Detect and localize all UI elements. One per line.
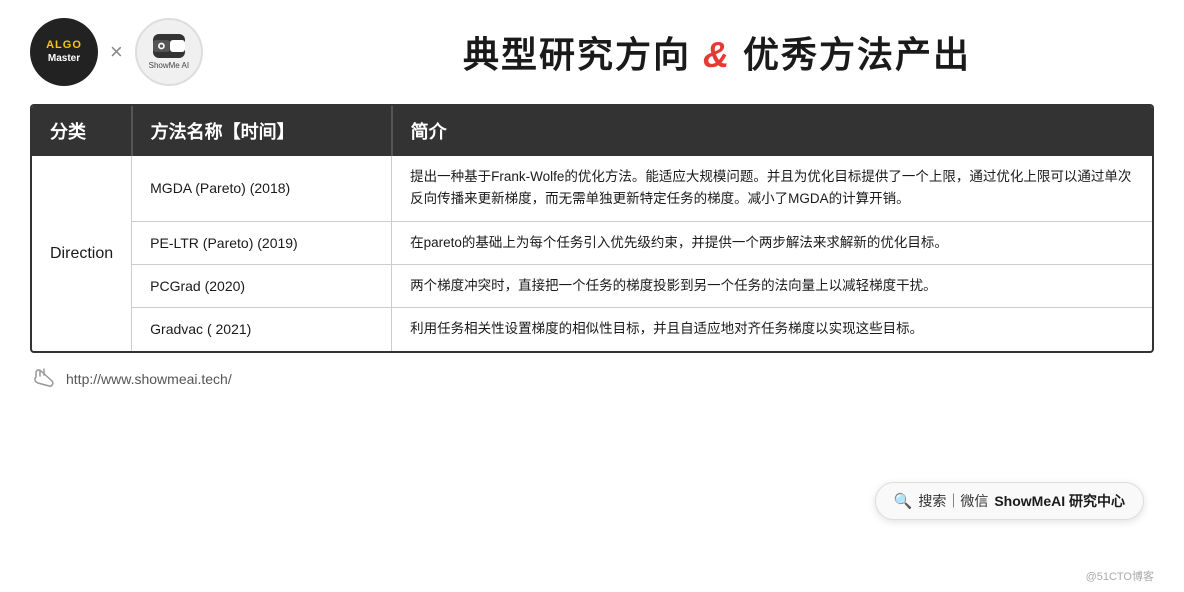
main-table: 分类 方法名称【时间】 简介 Direction MGDA (Pareto) (…	[32, 106, 1152, 351]
col-header-category: 分类	[32, 106, 132, 156]
showme-icon	[153, 34, 185, 58]
method-cell-4: Gradvac ( 2021)	[132, 308, 392, 351]
logo-area: ALGO Master × ShowMe AI	[30, 18, 290, 86]
page-title: 典型研究方向 & 优秀方法产出	[290, 26, 1144, 78]
method-cell-3: PCGrad (2020)	[132, 264, 392, 307]
method-cell-1: MGDA (Pareto) (2018)	[132, 156, 392, 221]
header: ALGO Master × ShowMe AI 典型研究方向 & 优秀方	[0, 0, 1184, 104]
page-container: ALGO Master × ShowMe AI 典型研究方向 & 优秀方	[0, 0, 1184, 592]
master-text: Master	[48, 53, 80, 65]
showme-label-text: ShowMe AI	[149, 61, 189, 71]
table-row: PE-LTR (Pareto) (2019) 在pareto的基础上为每个任务引…	[32, 221, 1152, 264]
desc-cell-1: 提出一种基于Frank-Wolfe的优化方法。能适应大规模问题。并且为优化目标提…	[392, 156, 1152, 221]
showme-logo: ShowMe AI	[135, 18, 203, 86]
algo-text: ALGO	[46, 39, 82, 52]
page-title-area: 典型研究方向 & 优秀方法产出	[290, 26, 1144, 78]
search-icon: 🔍	[894, 492, 913, 510]
footer: http://www.showmeai.tech/	[0, 357, 1184, 401]
col-header-desc: 简介	[392, 106, 1152, 156]
watermark: @51CTO博客	[1086, 568, 1154, 584]
cross-symbol: ×	[110, 39, 123, 65]
table-row: Gradvac ( 2021) 利用任务相关性设置梯度的相似性目标，并且自适应地…	[32, 308, 1152, 351]
desc-cell-3: 两个梯度冲突时，直接把一个任务的梯度投影到另一个任务的法向量上以减轻梯度干扰。	[392, 264, 1152, 307]
method-cell-2: PE-LTR (Pareto) (2019)	[132, 221, 392, 264]
col-header-method: 方法名称【时间】	[132, 106, 392, 156]
table-row: Direction MGDA (Pareto) (2018) 提出一种基于Fra…	[32, 156, 1152, 221]
wechat-search-label: 搜索｜微信	[918, 491, 988, 511]
wechat-search-box[interactable]: 🔍 搜索｜微信 ShowMeAI 研究中心	[875, 482, 1144, 520]
wechat-brand: ShowMeAI 研究中心	[994, 491, 1125, 511]
desc-cell-4: 利用任务相关性设置梯度的相似性目标，并且自适应地对齐任务梯度以实现这些目标。	[392, 308, 1152, 351]
table-row: PCGrad (2020) 两个梯度冲突时，直接把一个任务的梯度投影到另一个任务…	[32, 264, 1152, 307]
table-header-row: 分类 方法名称【时间】 简介	[32, 106, 1152, 156]
footer-logo-icon	[30, 365, 58, 393]
footer-url: http://www.showmeai.tech/	[66, 371, 232, 387]
desc-cell-2: 在pareto的基础上为每个任务引入优先级约束，并提供一个两步解法来求解新的优化…	[392, 221, 1152, 264]
category-direction: Direction	[32, 156, 132, 351]
algo-logo: ALGO Master	[30, 18, 98, 86]
table-container: 分类 方法名称【时间】 简介 Direction MGDA (Pareto) (…	[30, 104, 1154, 353]
